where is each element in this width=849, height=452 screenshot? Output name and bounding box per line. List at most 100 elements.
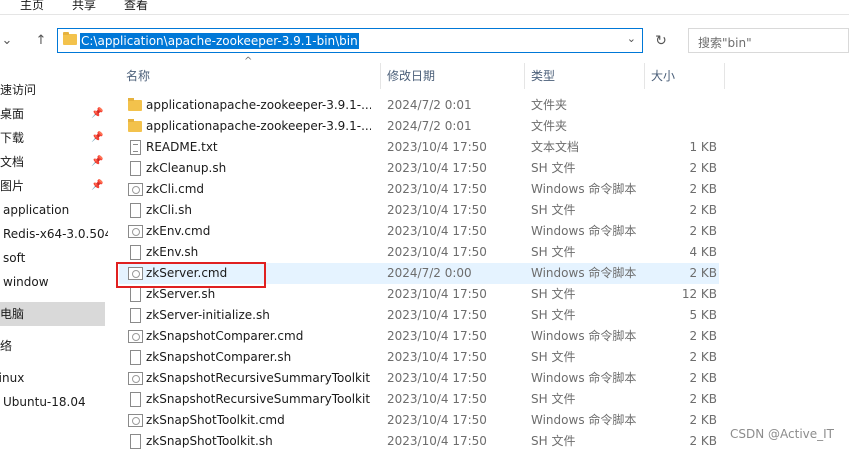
column-divider[interactable]	[524, 63, 525, 89]
file-size: 2 KB	[689, 329, 717, 343]
file-row[interactable]: applicationapache-zookeeper-3.9.1-... 202…	[119, 95, 719, 116]
nav-item-this-pc[interactable]: 此电脑	[0, 302, 105, 326]
folder-icon	[128, 98, 142, 111]
column-divider[interactable]	[644, 63, 645, 89]
file-row[interactable]: zkServer-initialize.sh 2023/10/4 17:50 SH …	[119, 305, 719, 326]
script-file-icon	[128, 414, 143, 427]
file-icon	[130, 350, 141, 365]
nav-item-ubuntu[interactable]: Ubuntu-18.04	[3, 390, 108, 414]
file-icon	[130, 203, 141, 218]
file-date: 2023/10/4 17:50	[387, 434, 487, 448]
nav-item-redis[interactable]: Redis-x64-3.0.504	[3, 222, 108, 246]
tab-share[interactable]: 共享	[72, 0, 96, 13]
nav-item-window[interactable]: window	[3, 270, 108, 294]
address-path[interactable]: C:\application\apache-zookeeper-3.9.1-bi…	[80, 33, 359, 49]
file-date: 2023/10/4 17:50	[387, 224, 487, 238]
column-header-type[interactable]: 类型	[531, 63, 555, 89]
file-row[interactable]: zkSnapshotRecursiveSummaryToolkit... 2023…	[119, 389, 719, 410]
file-date: 2023/10/4 17:50	[387, 245, 487, 259]
file-row[interactable]: zkSnapshotComparer.sh 2023/10/4 17:50 SH 文…	[119, 347, 719, 368]
sort-up-arrow-icon: ^	[244, 56, 253, 67]
file-type: 文件夹	[531, 98, 568, 112]
file-row[interactable]: zkCli.sh 2023/10/4 17:50 SH 文件 2 KB	[119, 200, 719, 221]
file-date: 2024/7/2 0:01	[387, 98, 472, 112]
recent-locations-chevron-icon[interactable]: ⌄	[0, 30, 16, 52]
tab-view[interactable]: 查看	[124, 0, 148, 13]
file-size: 2 KB	[689, 434, 717, 448]
pin-icon: 📌	[91, 108, 104, 119]
pin-icon: 📌	[91, 180, 104, 191]
nav-item-linux[interactable]: Linux	[0, 366, 97, 390]
file-size: 2 KB	[689, 182, 717, 196]
file-name: zkSnapshotRecursiveSummaryToolkit...	[146, 392, 371, 406]
file-row[interactable]: zkSnapShotToolkit.sh 2023/10/4 17:50 SH 文件…	[119, 431, 719, 452]
file-type: Windows 命令脚本	[531, 182, 637, 196]
file-row[interactable]: zkCleanup.sh 2023/10/4 17:50 SH 文件 2 KB	[119, 158, 719, 179]
nav-item-soft[interactable]: soft	[3, 246, 108, 270]
file-date: 2024/7/2 0:00	[387, 266, 472, 280]
file-name: zkSnapShotToolkit.sh	[146, 434, 273, 448]
file-row[interactable]: zkEnv.sh 2023/10/4 17:50 SH 文件 4 KB	[119, 242, 719, 263]
pin-icon: 📌	[91, 132, 104, 143]
script-file-icon	[128, 330, 143, 343]
file-name: zkSnapshotRecursiveSummaryToolkit...	[146, 371, 371, 385]
script-file-icon	[128, 225, 143, 238]
column-divider[interactable]	[380, 63, 381, 89]
navigation-pane: 快速访问 桌面📌 下载📌 文档📌 图片📌 application Redis-x…	[0, 72, 108, 450]
search-input[interactable]: 搜索"bin"	[688, 28, 849, 53]
file-icon	[130, 245, 141, 260]
file-type: SH 文件	[531, 245, 576, 259]
nav-item-network[interactable]: 网络	[0, 334, 93, 358]
nav-item-desktop[interactable]: 桌面 📌	[0, 102, 105, 126]
file-type: Windows 命令脚本	[531, 413, 637, 427]
file-type: Windows 命令脚本	[531, 371, 637, 385]
file-type: SH 文件	[531, 287, 576, 301]
file-size: 2 KB	[689, 203, 717, 217]
chevron-down-icon[interactable]: ⌄	[627, 32, 636, 45]
file-icon	[130, 287, 141, 302]
nav-item-application[interactable]: application	[3, 198, 108, 222]
file-name: applicationapache-zookeeper-3.9.1-...	[146, 119, 371, 133]
column-header-name[interactable]: 名称	[126, 63, 150, 89]
file-icon	[130, 161, 141, 176]
address-bar[interactable]: C:\application\apache-zookeeper-3.9.1-bi…	[57, 28, 643, 53]
nav-item-documents[interactable]: 文档 📌	[0, 150, 105, 174]
column-header-size[interactable]: 大小	[651, 63, 675, 89]
file-date: 2023/10/4 17:50	[387, 203, 487, 217]
file-row[interactable]: zkEnv.cmd 2023/10/4 17:50 Windows 命令脚本 2 KB	[119, 221, 719, 242]
column-divider[interactable]	[724, 63, 725, 89]
file-date: 2023/10/4 17:50	[387, 287, 487, 301]
file-type: SH 文件	[531, 161, 576, 175]
file-type: SH 文件	[531, 392, 576, 406]
file-name: zkSnapshotComparer.sh	[146, 350, 292, 364]
file-row[interactable]: README.txt 2023/10/4 17:50 文本文档 1 KB	[119, 137, 719, 158]
file-size: 1 KB	[689, 140, 717, 154]
file-row[interactable]: zkSnapshotComparer.cmd 2023/10/4 17:50 Win…	[119, 326, 719, 347]
file-row[interactable]: zkCli.cmd 2023/10/4 17:50 Windows 命令脚本 2 KB	[119, 179, 719, 200]
column-header-date[interactable]: 修改日期	[387, 63, 435, 89]
file-row[interactable]: zkSnapShotToolkit.cmd 2023/10/4 17:50 Wind…	[119, 410, 719, 431]
nav-item-downloads[interactable]: 下载 📌	[0, 126, 105, 150]
file-date: 2023/10/4 17:50	[387, 371, 487, 385]
tab-home[interactable]: 主页	[20, 0, 44, 13]
search-placeholder: 搜索"bin"	[698, 36, 752, 50]
file-row[interactable]: applicationapache-zookeeper-3.9.1-... 202…	[119, 116, 719, 137]
file-size: 2 KB	[689, 266, 717, 280]
file-name: zkEnv.cmd	[146, 224, 211, 238]
file-date: 2024/7/2 0:01	[387, 119, 472, 133]
nav-item-pictures[interactable]: 图片 📌	[0, 174, 105, 198]
nav-item-quick-access[interactable]: 快速访问	[0, 78, 93, 102]
file-row[interactable]: zkSnapshotRecursiveSummaryToolkit... 2023…	[119, 368, 719, 389]
file-type: 文本文档	[531, 140, 580, 154]
up-arrow-icon[interactable]: ↑	[32, 30, 50, 52]
pin-icon: 📌	[91, 156, 104, 167]
file-icon	[130, 308, 141, 323]
file-name: zkCli.sh	[146, 203, 192, 217]
file-name: README.txt	[146, 140, 218, 154]
file-type: Windows 命令脚本	[531, 224, 637, 238]
refresh-icon[interactable]: ↻	[651, 30, 671, 52]
file-date: 2023/10/4 17:50	[387, 161, 487, 175]
file-date: 2023/10/4 17:50	[387, 413, 487, 427]
file-date: 2023/10/4 17:50	[387, 350, 487, 364]
file-type: SH 文件	[531, 308, 576, 322]
